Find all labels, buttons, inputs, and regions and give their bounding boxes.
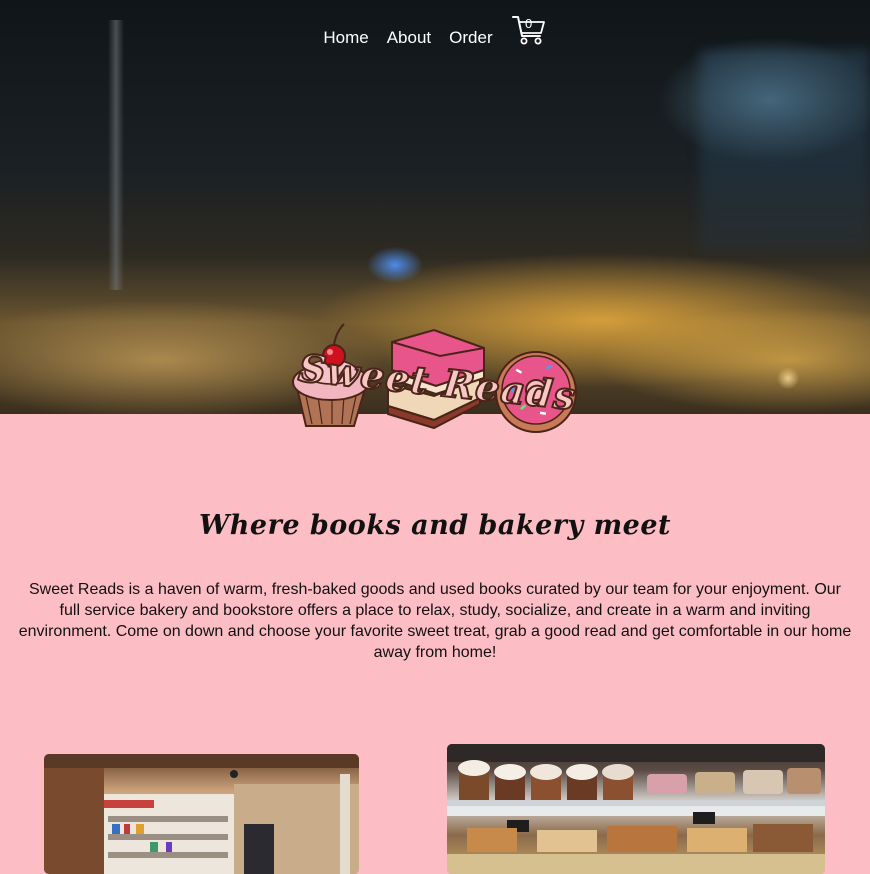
main-nav: Home About Order 0 [0, 14, 870, 54]
hero-background-pole [108, 20, 124, 290]
hero-background-window [700, 50, 870, 250]
nav-link-home[interactable]: Home [323, 28, 368, 48]
site-logo[interactable]: Sweet Reads [284, 320, 584, 436]
bookstore-photo-art [44, 754, 359, 874]
bookstore-photo [44, 754, 359, 874]
cart-button[interactable]: 0 [511, 14, 547, 48]
cart-count: 0 [525, 16, 533, 31]
nav-link-order[interactable]: Order [449, 28, 492, 48]
nav-link-about[interactable]: About [387, 28, 431, 48]
bakery-case-photo [447, 744, 825, 874]
page-tagline: Where books and bakery meet [198, 510, 671, 541]
intro-paragraph: Sweet Reads is a haven of warm, fresh-ba… [18, 581, 852, 661]
bakery-case-photo-art [447, 744, 825, 874]
